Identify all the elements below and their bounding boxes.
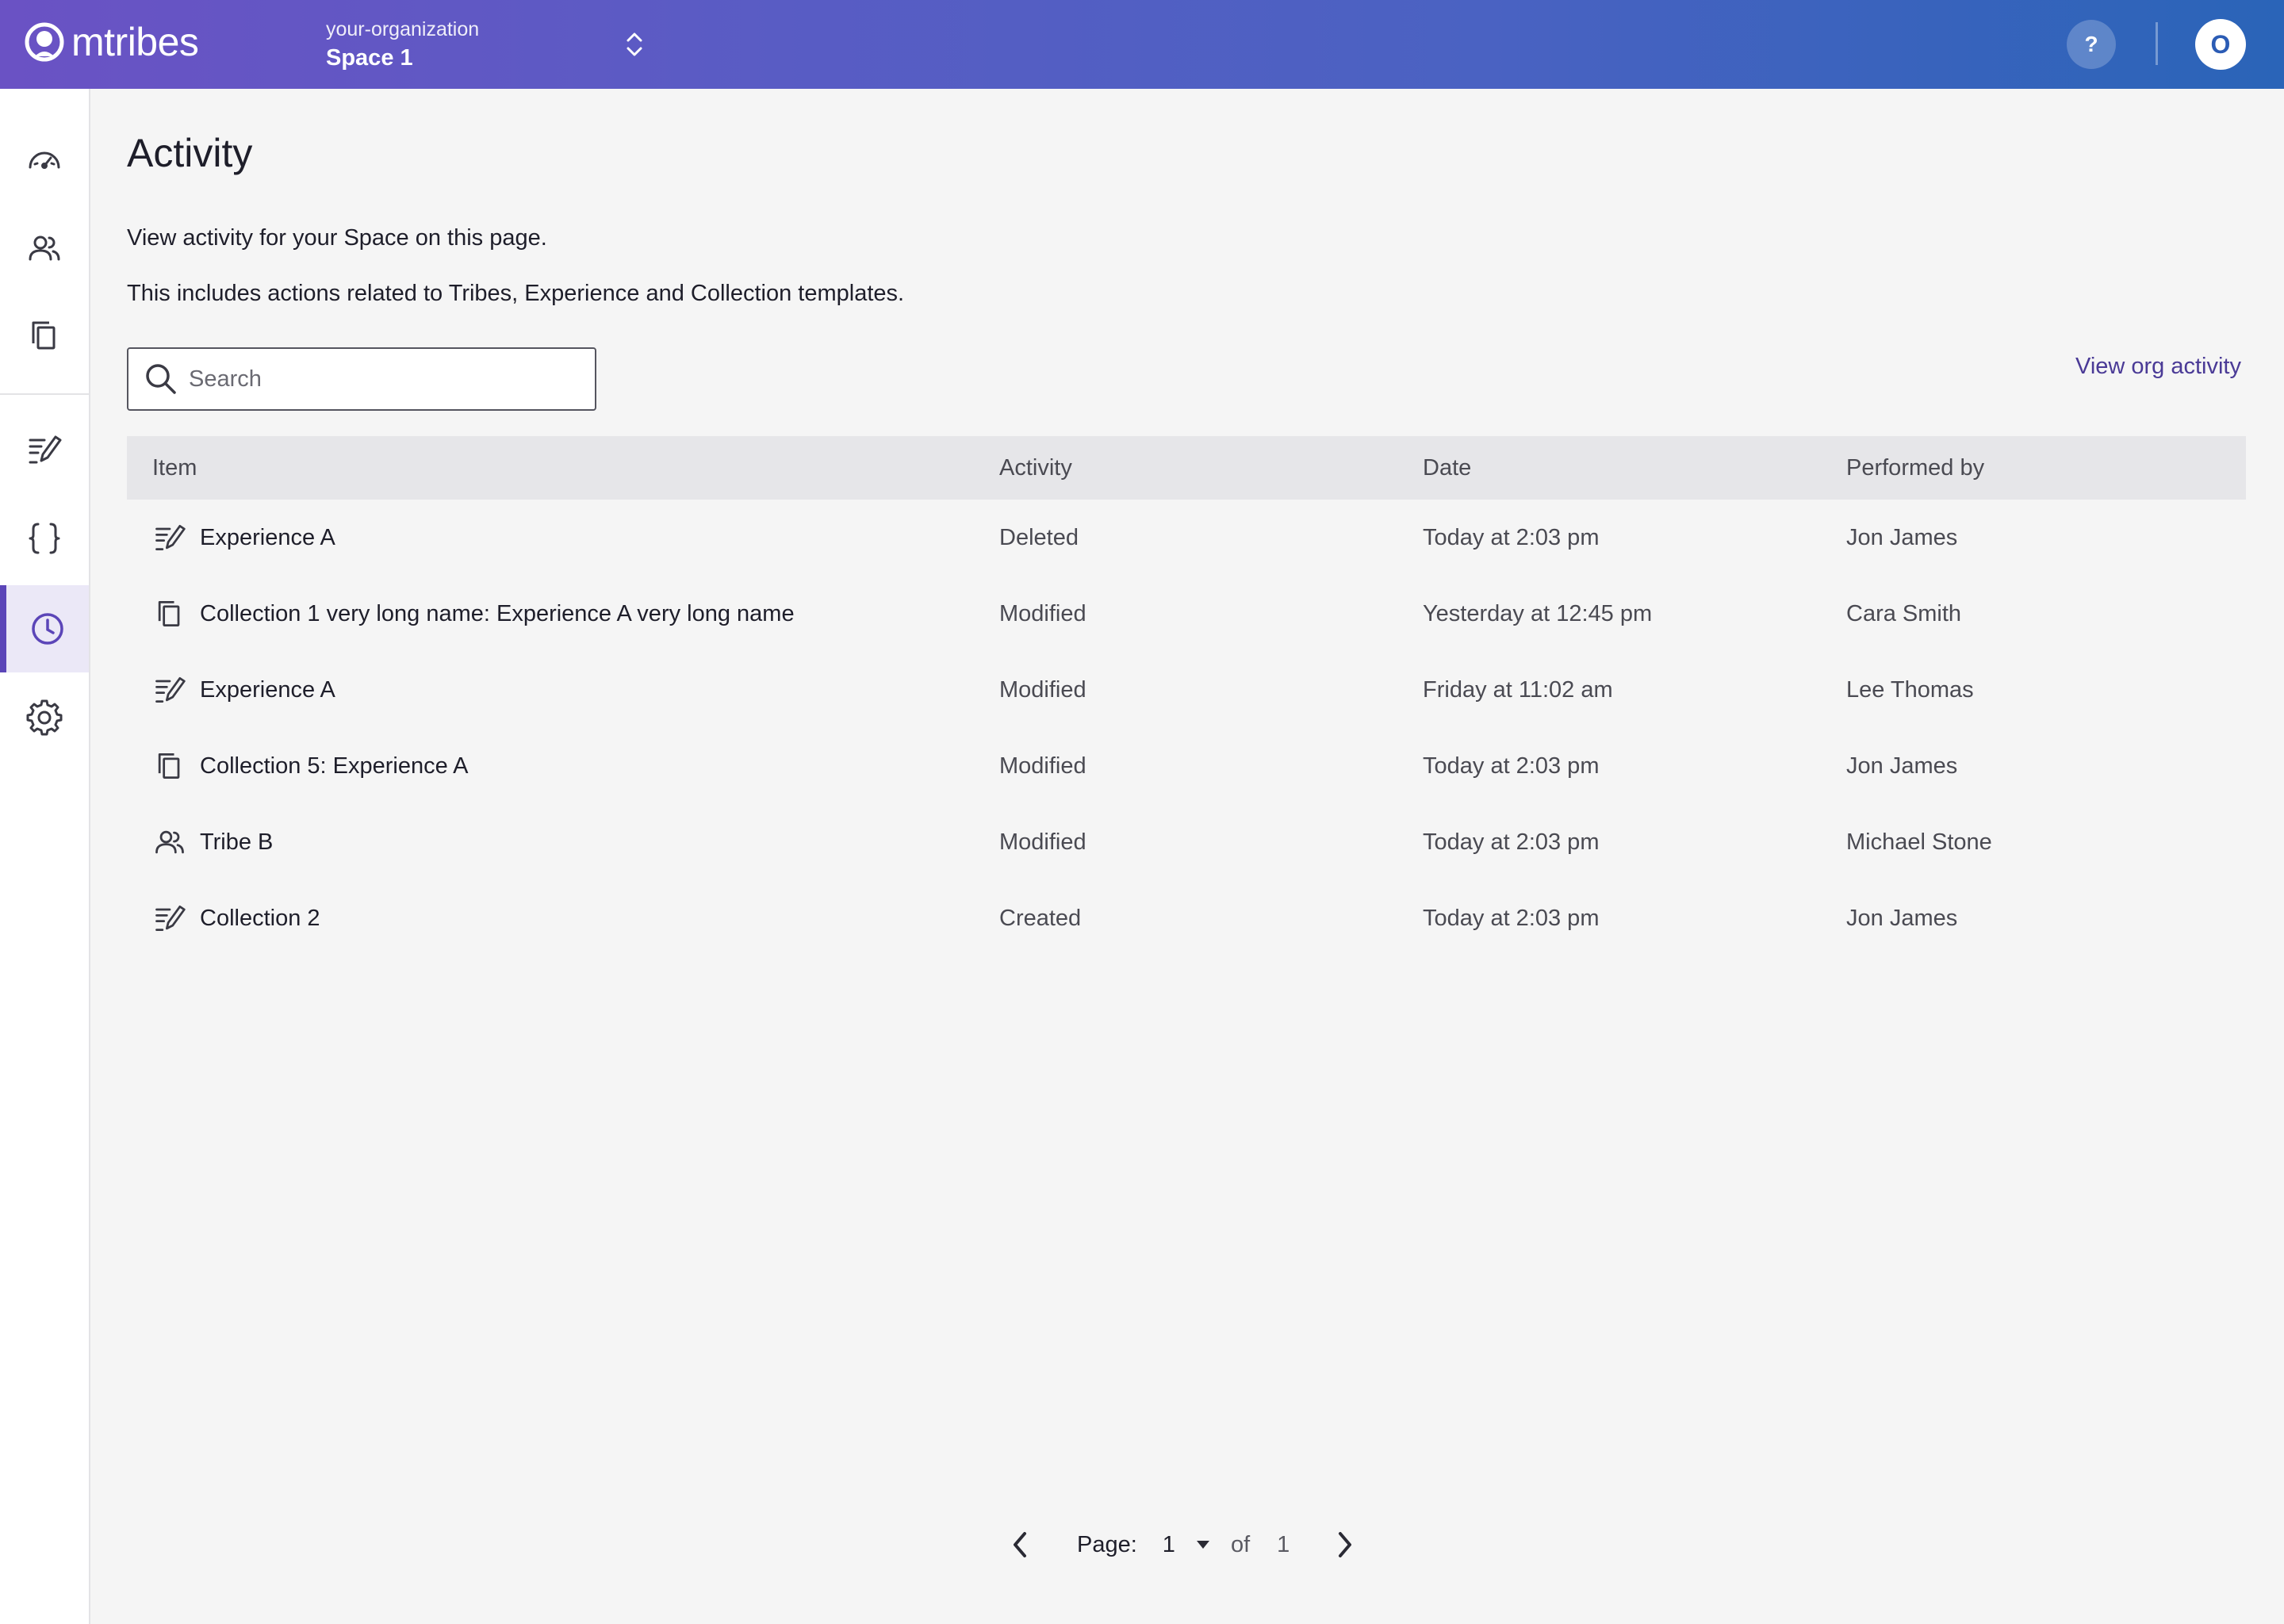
row-date: Today at 2:03 pm bbox=[1423, 905, 1600, 931]
row-date: Yesterday at 12:45 pm bbox=[1423, 600, 1653, 626]
top-bar: mtribes your-organization Space 1 ? O bbox=[0, 0, 2284, 89]
sidebar-item-experiences[interactable] bbox=[0, 406, 89, 493]
table-row[interactable]: Collection 1 very long name: Experience … bbox=[127, 576, 2246, 652]
sidebar-separator bbox=[0, 393, 89, 395]
row-date: Friday at 11:02 am bbox=[1423, 676, 1613, 703]
braces-icon bbox=[29, 523, 60, 554]
row-item-name: Collection 2 bbox=[200, 905, 320, 931]
gear-icon bbox=[26, 699, 63, 736]
page-select-value: 1 bbox=[1162, 1531, 1175, 1557]
sidebar-item-settings[interactable] bbox=[0, 674, 89, 761]
copy-icon bbox=[32, 321, 56, 350]
row-date: Today at 2:03 pm bbox=[1423, 753, 1600, 779]
table-row[interactable]: Collection 2 Created Today at 2:03 pm Jo… bbox=[127, 880, 2246, 956]
row-performed-by: Michael Stone bbox=[1846, 829, 1992, 855]
row-activity: Modified bbox=[999, 676, 1086, 703]
space-name: Space 1 bbox=[326, 45, 413, 71]
row-item-name: Experience A bbox=[200, 676, 335, 703]
table-row[interactable]: Experience A Deleted Today at 2:03 pm Jo… bbox=[127, 500, 2246, 576]
row-item-name: Tribe B bbox=[200, 829, 274, 855]
caret-down-icon bbox=[1196, 1541, 1209, 1549]
sidebar bbox=[0, 89, 90, 1624]
row-activity: Modified bbox=[999, 600, 1086, 626]
row-performed-by: Cara Smith bbox=[1846, 600, 1962, 626]
row-item: Tribe B bbox=[152, 804, 273, 880]
pagination: Page: 1 of 1 bbox=[1007, 1522, 1358, 1567]
row-item: Experience A bbox=[152, 500, 335, 576]
chevron-left-icon[interactable] bbox=[1007, 1529, 1033, 1561]
search-icon bbox=[146, 364, 176, 394]
table-header: Item Activity Date Performed by bbox=[127, 436, 2246, 500]
page-description: View activity for your Space on this pag… bbox=[127, 225, 547, 251]
activity-table: Item Activity Date Performed by Experien… bbox=[127, 436, 2246, 956]
row-date: Today at 2:03 pm bbox=[1423, 829, 1600, 855]
space-switcher[interactable]: your-organization Space 1 bbox=[326, 16, 479, 73]
search-input[interactable] bbox=[189, 366, 569, 393]
row-performed-by: Lee Thomas bbox=[1846, 676, 1974, 703]
page-total: 1 bbox=[1277, 1531, 1290, 1557]
table-row[interactable]: Tribe B Modified Today at 2:03 pm Michae… bbox=[127, 804, 2246, 880]
collection-icon bbox=[158, 753, 180, 779]
logo-text: mtribes bbox=[71, 20, 199, 64]
row-performed-by: Jon James bbox=[1846, 753, 1958, 779]
row-item-name: Collection 5: Experience A bbox=[200, 753, 469, 779]
row-item: Collection 1 very long name: Experience … bbox=[152, 576, 795, 652]
row-item: Experience A bbox=[152, 652, 335, 728]
page-select[interactable]: 1 bbox=[1163, 1532, 1210, 1558]
column-header-date[interactable]: Date bbox=[1423, 455, 1471, 481]
header-divider bbox=[2156, 22, 2158, 65]
avatar[interactable]: O bbox=[2195, 19, 2246, 70]
row-activity: Deleted bbox=[999, 524, 1079, 550]
experience-icon bbox=[155, 524, 186, 551]
help-button[interactable]: ? bbox=[2067, 20, 2116, 69]
mtribes-logo-icon bbox=[25, 22, 64, 62]
chevron-right-icon[interactable] bbox=[1332, 1529, 1358, 1561]
org-name: your-organization bbox=[326, 18, 480, 40]
logo[interactable]: mtribes bbox=[24, 19, 199, 65]
table-row[interactable]: Experience A Modified Friday at 11:02 am… bbox=[127, 652, 2246, 728]
users-icon bbox=[29, 236, 60, 261]
row-date: Today at 2:03 pm bbox=[1423, 524, 1600, 550]
row-performed-by: Jon James bbox=[1846, 905, 1958, 931]
column-header-performed-by[interactable]: Performed by bbox=[1846, 455, 1984, 481]
row-item: Collection 5: Experience A bbox=[152, 728, 469, 804]
experience-icon bbox=[155, 905, 186, 932]
row-activity: Created bbox=[999, 905, 1082, 931]
page-label: Page: bbox=[1077, 1531, 1137, 1557]
collection-icon bbox=[158, 600, 180, 627]
view-org-activity-link[interactable]: View org activity bbox=[2075, 354, 2241, 380]
sidebar-item-templates[interactable] bbox=[0, 495, 89, 582]
chevron-updown-icon[interactable] bbox=[623, 29, 646, 60]
sidebar-item-collections[interactable] bbox=[0, 292, 89, 379]
clock-icon bbox=[32, 613, 63, 645]
row-activity: Modified bbox=[999, 753, 1086, 779]
row-performed-by: Jon James bbox=[1846, 524, 1958, 550]
experience-icon bbox=[155, 676, 186, 703]
page-of-label: of bbox=[1230, 1531, 1251, 1557]
tribe-icon bbox=[155, 830, 184, 854]
row-item: Collection 2 bbox=[152, 880, 320, 956]
page-title: Activity bbox=[127, 131, 253, 175]
dashboard-icon bbox=[29, 151, 60, 169]
search-field[interactable] bbox=[127, 347, 596, 411]
row-item-name: Collection 1 very long name: Experience … bbox=[200, 600, 795, 626]
sidebar-item-tribes[interactable] bbox=[0, 205, 89, 292]
table-row[interactable]: Collection 5: Experience A Modified Toda… bbox=[127, 728, 2246, 804]
sidebar-item-dashboard[interactable] bbox=[0, 116, 89, 203]
sidebar-item-activity[interactable] bbox=[0, 585, 89, 672]
row-item-name: Experience A bbox=[200, 524, 335, 550]
row-activity: Modified bbox=[999, 829, 1086, 855]
column-header-item[interactable]: Item bbox=[152, 455, 197, 481]
edit-list-icon bbox=[29, 435, 62, 464]
page-description-secondary: This includes actions related to Tribes,… bbox=[127, 281, 905, 306]
column-header-activity[interactable]: Activity bbox=[999, 455, 1072, 481]
